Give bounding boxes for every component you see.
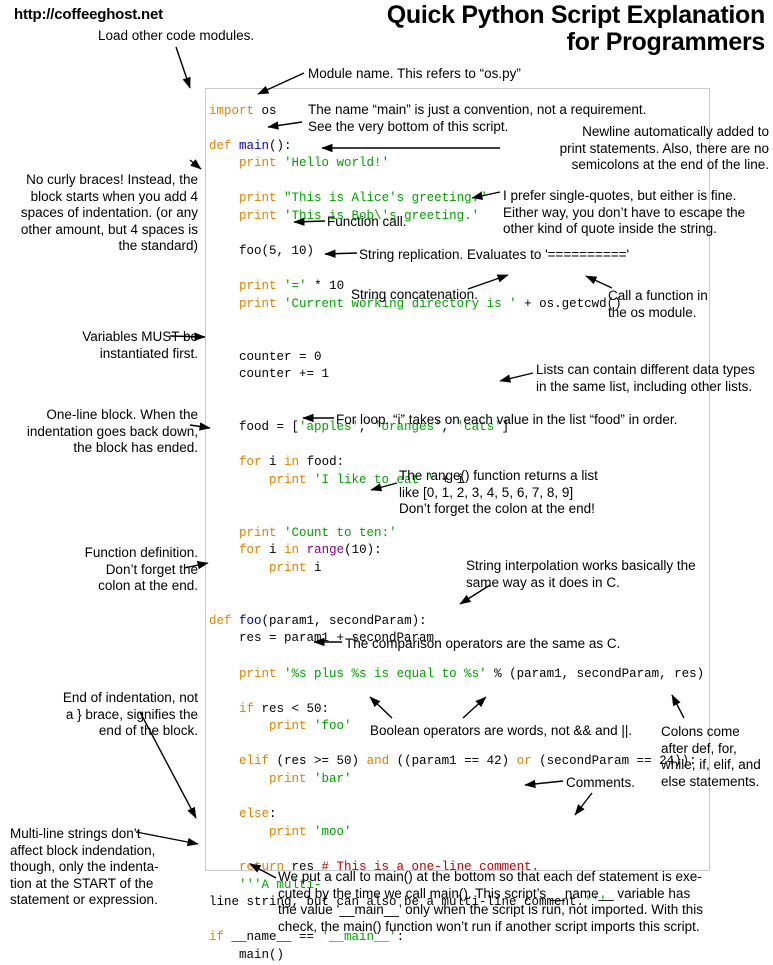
annotation-string-interpolation: String interpolation works basically the…	[466, 558, 696, 590]
annotation-module-name: Module name. This refers to “os.py”	[308, 66, 521, 81]
annotation-function-call: Function call.	[327, 214, 407, 229]
annotation-call-os-function: Call a function in the os module.	[608, 288, 708, 320]
site-url: http://coffeeghost.net	[14, 6, 163, 23]
annotation-lists-data-types: Lists can contain different data types i…	[536, 362, 755, 394]
annotation-one-line-block: One-line block. When the indentation goe…	[26, 407, 198, 455]
annotation-boolean-operators: Boolean operators are words, not && and …	[370, 723, 633, 738]
poster-canvas: http://coffeeghost.net Quick Python Scri…	[0, 0, 773, 963]
annotation-single-quotes: I prefer single-quotes, but either is fi…	[503, 188, 746, 236]
annotation-end-of-indentation: End of indentation, not a } brace, signi…	[62, 690, 198, 738]
page-title-line-1: Quick Python Script Explanation	[386, 1, 766, 29]
annotation-range-function: The range() function returns a list like…	[399, 468, 598, 516]
annotation-string-concatenation: String concatenation.	[351, 287, 478, 302]
annotation-for-loop: For loop. “i” takes on each value in the…	[336, 412, 678, 427]
page-title-line-2: for Programmers	[566, 28, 766, 56]
annotation-load-modules: Load other code modules.	[98, 28, 255, 43]
annotation-function-definition: Function definition. Don’t forget the co…	[84, 545, 198, 593]
annotation-string-replication: String replication. Evaluates to '======…	[359, 247, 630, 262]
page-title: Quick Python Script Explanation for Prog…	[313, 1, 766, 56]
annotation-newline-print: Newline automatically added to print sta…	[559, 124, 769, 172]
annotation-variables-must: Variables MUST be instantiated first.	[82, 329, 198, 361]
annotation-multiline-strings: Multi-line strings don’t affect block in…	[10, 826, 159, 907]
annotation-no-curly-braces: No curly braces! Instead, the block star…	[20, 172, 198, 253]
annotation-main-call: We put a call to main() at the bottom so…	[278, 869, 703, 934]
annotation-comments: Comments.	[566, 775, 636, 790]
annotation-comparison-operators: The comparison operators are the same as…	[345, 636, 621, 651]
